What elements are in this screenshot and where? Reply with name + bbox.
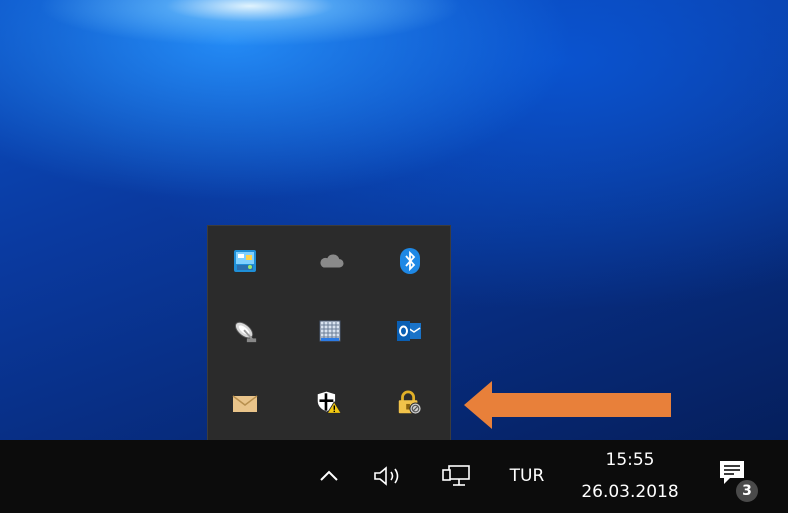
volume-button[interactable] [368, 456, 412, 496]
network-monitor-icon[interactable] [232, 248, 258, 274]
lock-blocked-icon[interactable] [396, 390, 422, 416]
taskbar: TUR 15:55 26.03.2018 3 [0, 440, 788, 513]
input-language-indicator[interactable]: TUR [500, 456, 554, 496]
annotation-arrow [462, 379, 674, 431]
chevron-up-icon [320, 470, 338, 481]
ethernet-icon [442, 465, 470, 486]
clock-time: 15:55 [605, 450, 655, 470]
mail-icon[interactable] [232, 391, 258, 417]
outlook-icon[interactable] [396, 318, 422, 344]
clock-date: 26.03.2018 [581, 482, 679, 502]
tray-overflow-flyout [207, 225, 451, 440]
windows-defender-warning-icon[interactable] [316, 389, 342, 415]
bluetooth-icon[interactable] [397, 248, 423, 274]
onedrive-icon[interactable] [318, 248, 344, 274]
satellite-dish-icon[interactable] [232, 318, 258, 344]
notification-count-badge: 3 [734, 478, 760, 504]
clock-button[interactable]: 15:55 26.03.2018 [570, 444, 690, 510]
grid-app-icon[interactable] [317, 318, 343, 344]
network-button[interactable] [436, 456, 476, 496]
speaker-icon [374, 466, 399, 486]
show-hidden-icons-button[interactable] [312, 456, 346, 496]
action-center-button[interactable]: 3 [710, 454, 760, 504]
